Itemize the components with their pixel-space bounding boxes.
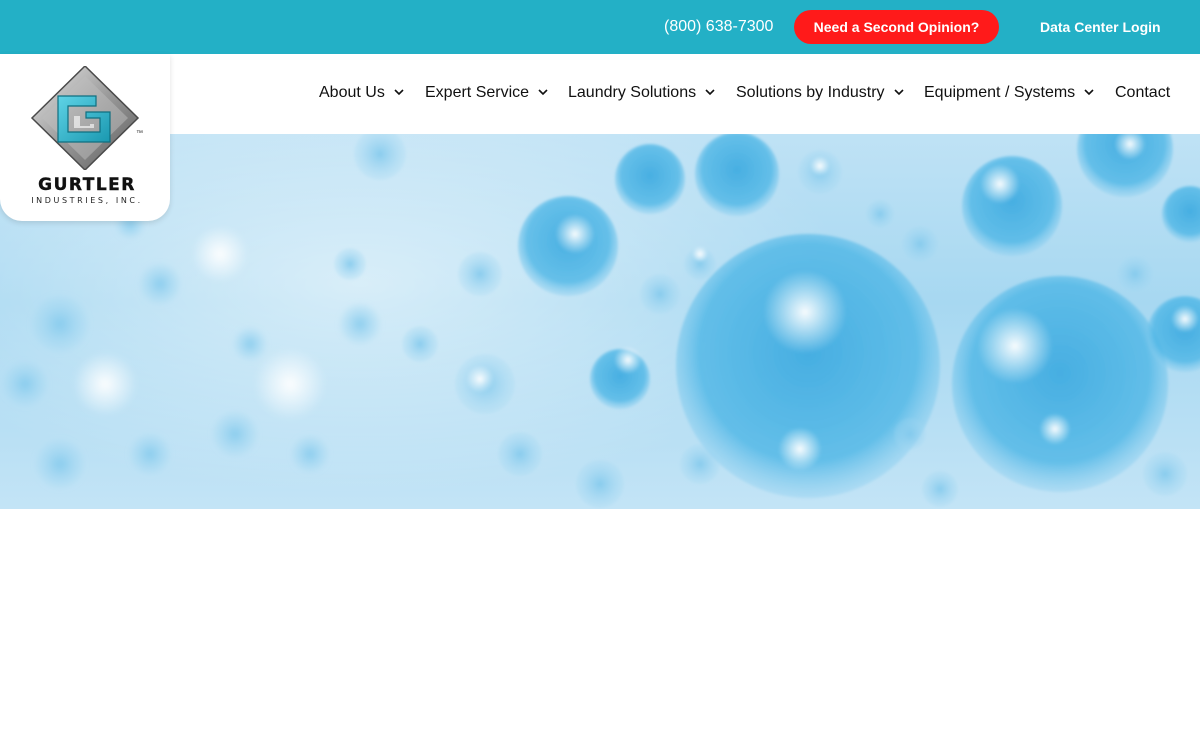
logo-wordmark: GURTLER bbox=[38, 175, 136, 195]
nav-item-label: Expert Service bbox=[425, 84, 530, 101]
hero-banner bbox=[0, 134, 1200, 509]
nav-item-label: Contact bbox=[1115, 84, 1171, 101]
second-opinion-button[interactable]: Need a Second Opinion? bbox=[794, 10, 999, 44]
data-center-login-link[interactable]: Data Center Login bbox=[1040, 19, 1161, 35]
logo[interactable]: ™ GURTLER INDUSTRIES, INC. bbox=[0, 54, 170, 221]
nav-item-label: Laundry Solutions bbox=[568, 84, 697, 101]
nav-item-label: About Us bbox=[319, 84, 385, 101]
nav-item-contact[interactable]: Contact bbox=[1115, 84, 1170, 104]
chevron-down-icon bbox=[1084, 89, 1094, 96]
phone-link[interactable]: (800) 638-7300 bbox=[664, 18, 773, 36]
nav-item-about-us[interactable]: About Us bbox=[319, 84, 405, 104]
nav-item-equipment-systems[interactable]: Equipment / Systems bbox=[924, 84, 1095, 104]
bubbles-image bbox=[3, 134, 1200, 508]
chevron-down-icon bbox=[705, 89, 715, 96]
chevron-down-icon bbox=[394, 89, 404, 96]
nav-item-label: Solutions by Industry bbox=[736, 84, 885, 101]
trademark-symbol: ™ bbox=[136, 130, 143, 137]
nav-item-expert-service[interactable]: Expert Service bbox=[425, 84, 549, 104]
nav-item-label: Equipment / Systems bbox=[924, 84, 1076, 101]
logo-subtext: INDUSTRIES, INC. bbox=[31, 196, 143, 205]
top-utility-bar: (800) 638-7300 Need a Second Opinion? Da… bbox=[0, 0, 1200, 54]
main-content bbox=[0, 509, 1200, 750]
chevron-down-icon bbox=[538, 89, 548, 96]
nav-item-laundry-solutions[interactable]: Laundry Solutions bbox=[568, 84, 716, 104]
nav-item-solutions-by-industry[interactable]: Solutions by Industry bbox=[736, 84, 905, 104]
chevron-down-icon bbox=[893, 89, 904, 96]
gurtler-logo-icon bbox=[30, 66, 140, 170]
